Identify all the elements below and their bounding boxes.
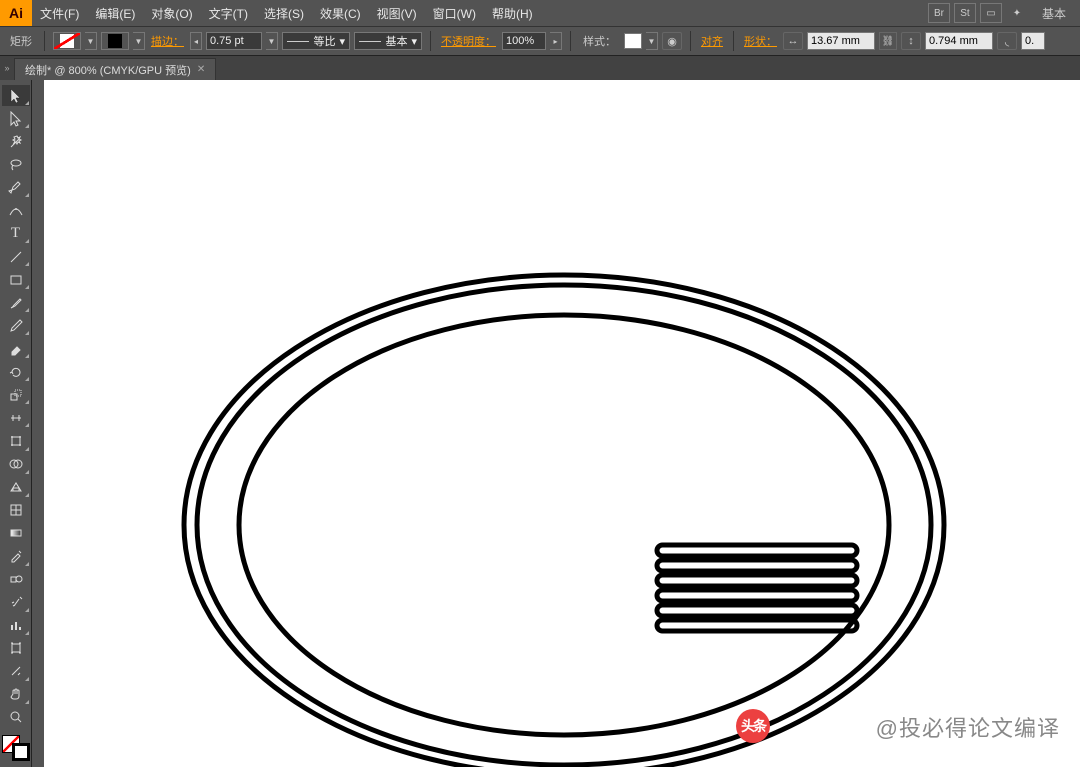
arrange-icon[interactable]: ▭ <box>980 3 1002 23</box>
toolbox: T <box>0 80 32 767</box>
stroke-dash-dropdown[interactable]: 等比▾ <box>282 32 350 50</box>
recolor-icon[interactable]: ◉ <box>662 32 682 50</box>
menu-effect[interactable]: 效果(C) <box>312 0 369 26</box>
blend-tool[interactable] <box>2 569 30 590</box>
pencil-tool[interactable] <box>2 315 30 336</box>
stroke-weight-input[interactable]: 0.75 pt <box>206 32 262 50</box>
dash-label: 等比 <box>313 33 335 49</box>
menu-object[interactable]: 对象(O) <box>143 0 200 26</box>
width-input[interactable]: 13.67 mm <box>807 32 875 50</box>
artboard[interactable]: 头条 @投必得论文编译 <box>44 80 1080 767</box>
corner-icon: ◟ <box>997 32 1017 50</box>
menu-view[interactable]: 视图(V) <box>369 0 425 26</box>
rotate-tool[interactable] <box>2 361 30 382</box>
artwork <box>164 235 974 767</box>
column-graph-tool[interactable] <box>2 615 30 636</box>
stroke-weight-stepper[interactable]: ◂ <box>190 32 202 50</box>
direct-selection-tool[interactable] <box>2 108 30 129</box>
free-transform-tool[interactable] <box>2 430 30 451</box>
graphic-style-dropdown[interactable]: ▼ <box>646 32 658 50</box>
close-icon[interactable]: ✕ <box>197 64 205 75</box>
stock-icon[interactable]: St <box>954 3 976 23</box>
opacity-input[interactable]: 100% <box>502 32 546 50</box>
menu-file[interactable]: 文件(F) <box>32 0 87 26</box>
profile-label: 基本 <box>385 33 407 49</box>
eraser-tool[interactable] <box>2 338 30 359</box>
mesh-tool[interactable] <box>2 500 30 521</box>
curvature-tool[interactable] <box>2 200 30 221</box>
gpu-icon[interactable]: ✦ <box>1006 3 1028 23</box>
stroke-dropdown[interactable]: ▼ <box>133 32 145 50</box>
hand-tool[interactable] <box>2 684 30 705</box>
app-icon: Ai <box>0 0 32 26</box>
artboard-tool[interactable] <box>2 638 30 659</box>
lasso-tool[interactable] <box>2 154 30 175</box>
canvas-area[interactable]: 头条 @投必得论文编译 <box>32 80 1080 767</box>
document-tab-bar: » 绘制* @ 800% (CMYK/GPU 预览) ✕ <box>0 56 1080 80</box>
watermark-text: @投必得论文编译 <box>876 711 1060 743</box>
eyedropper-tool[interactable] <box>2 546 30 567</box>
width-tool[interactable] <box>2 407 30 428</box>
stroke-link[interactable]: 描边： <box>149 33 186 49</box>
menu-select[interactable]: 选择(S) <box>256 0 312 26</box>
width-icon: ↔ <box>783 32 803 50</box>
document-tab-title: 绘制* @ 800% (CMYK/GPU 预览) <box>25 62 191 78</box>
stroke-profile-dropdown[interactable]: 基本▾ <box>354 32 422 50</box>
shape-link[interactable]: 形状： <box>742 33 779 49</box>
style-label: 样式： <box>579 33 620 49</box>
rectangle-tool[interactable] <box>2 269 30 290</box>
workspace-label[interactable]: 基本 <box>1036 5 1072 22</box>
graphic-style-swatch[interactable] <box>624 33 642 49</box>
perspective-tool[interactable] <box>2 477 30 498</box>
pen-tool[interactable] <box>2 177 30 198</box>
fill-dropdown[interactable]: ▼ <box>85 32 97 50</box>
menu-bar: Ai 文件(F) 编辑(E) 对象(O) 文字(T) 选择(S) 效果(C) 视… <box>0 0 1080 26</box>
control-bar: 矩形 ▼ ▼ 描边： ◂ 0.75 pt ▼ 等比▾ 基本▾ 不透明度： 100… <box>0 26 1080 56</box>
fill-swatch[interactable] <box>53 32 81 50</box>
workspace: T <box>0 80 1080 767</box>
selection-tool[interactable] <box>2 85 30 106</box>
height-input[interactable]: 0.794 mm <box>925 32 993 50</box>
corner-input[interactable]: 0. <box>1021 32 1045 50</box>
magic-wand-tool[interactable] <box>2 131 30 152</box>
menu-window[interactable]: 窗口(W) <box>425 0 484 26</box>
height-icon: ↕ <box>901 32 921 50</box>
tab-scroll-icon[interactable]: » <box>0 56 14 80</box>
align-link[interactable]: 对齐 <box>699 33 725 49</box>
type-tool[interactable]: T <box>2 223 30 244</box>
menu-type[interactable]: 文字(T) <box>201 0 256 26</box>
opacity-link[interactable]: 不透明度： <box>439 33 498 49</box>
stroke-weight-dropdown[interactable]: ▼ <box>266 32 278 50</box>
document-tab[interactable]: 绘制* @ 800% (CMYK/GPU 预览) ✕ <box>14 58 216 80</box>
menu-help[interactable]: 帮助(H) <box>484 0 541 26</box>
zoom-tool[interactable] <box>2 707 30 728</box>
watermark-logo: 头条 <box>736 709 770 743</box>
link-wh-icon[interactable]: ⛓ <box>879 32 897 50</box>
opacity-dropdown[interactable]: ▸ <box>550 32 562 50</box>
line-tool[interactable] <box>2 246 30 267</box>
scale-tool[interactable] <box>2 384 30 405</box>
fill-stroke-swatch[interactable] <box>2 735 30 761</box>
gradient-tool[interactable] <box>2 523 30 544</box>
stroke-swatch[interactable] <box>101 32 129 50</box>
bridge-icon[interactable]: Br <box>928 3 950 23</box>
object-type-label: 矩形 <box>6 33 36 49</box>
symbol-sprayer-tool[interactable] <box>2 592 30 613</box>
shape-builder-tool[interactable] <box>2 454 30 475</box>
paintbrush-tool[interactable] <box>2 292 30 313</box>
slice-tool[interactable] <box>2 661 30 682</box>
menu-edit[interactable]: 编辑(E) <box>87 0 143 26</box>
